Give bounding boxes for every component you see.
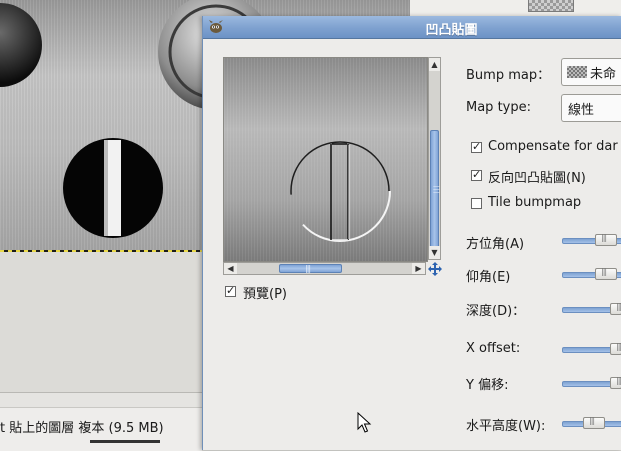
layer-info-label: 貼上的圖層 複本 (9.5 MB) [9, 421, 164, 436]
invert-bumpmap-checkbox[interactable] [471, 168, 482, 181]
preview-checkbox[interactable] [225, 284, 236, 297]
depth-slider-handle[interactable] [610, 302, 621, 315]
status-edge-char: t [0, 421, 6, 436]
scroll-right-arrow-icon[interactable]: ▶ [412, 263, 425, 274]
scroll-left-arrow-icon[interactable]: ◀ [224, 263, 237, 274]
invert-bumpmap-label[interactable]: 反向凹凸貼圖(N) [488, 167, 586, 186]
dark-knob-shape [0, 3, 42, 87]
layer-thumbnail[interactable] [528, 0, 574, 12]
depth-label: 深度(D)： [466, 304, 526, 319]
canvas-padding [0, 252, 202, 392]
azimuth-label: 方位角(A) [466, 237, 525, 252]
y-offset-label: Y 偏移: [466, 378, 509, 393]
x-offset-slider-handle[interactable] [610, 342, 621, 355]
navigate-move-icon[interactable] [428, 262, 442, 276]
horizontal-scroll-thumb[interactable]: ||| [279, 264, 342, 273]
map-type-value: 線性 [568, 103, 595, 118]
title-bar[interactable]: 凹凸貼圖 [203, 16, 621, 39]
bump-map-dialog: 凹凸貼圖 ▲ — — — ▼ ◀ ||| ▶ ✓ 預覽(P) Bump map：… [202, 16, 621, 450]
elevation-slider-handle[interactable] [595, 267, 617, 280]
dock-panel [410, 0, 621, 17]
screw-head-shape [63, 138, 163, 238]
tile-bumpmap-label[interactable]: Tile bumpmap [488, 195, 581, 210]
status-text: t 貼上的圖層 複本 (9.5 MB) [0, 417, 164, 436]
x-offset-label: X offset: [466, 341, 521, 356]
bump-map-label: Bump map： [466, 68, 551, 83]
dialog-title: 凹凸貼圖 [425, 23, 478, 38]
preview-area[interactable] [223, 57, 428, 262]
compensate-label[interactable]: Compensate for dar [488, 139, 618, 154]
y-offset-slider-handle[interactable] [610, 376, 621, 389]
preview-horizontal-scrollbar[interactable]: ◀ ||| ▶ [223, 262, 426, 275]
bump-map-select[interactable]: 未命 [561, 58, 621, 86]
mouse-pointer-icon [357, 412, 372, 433]
map-type-label: Map type: [466, 100, 531, 115]
map-type-select[interactable]: 線性 [561, 94, 621, 122]
scroll-down-arrow-icon[interactable]: ▼ [429, 246, 440, 259]
azimuth-slider-handle[interactable] [595, 233, 617, 246]
waterlevel-slider-handle[interactable] [583, 416, 605, 429]
elevation-label: 仰角(E) [466, 270, 511, 285]
compensate-checkbox[interactable] [471, 140, 482, 153]
preview-vertical-scrollbar[interactable]: ▲ — — — ▼ [428, 57, 441, 260]
grip-icon: — — — [433, 182, 440, 196]
bump-map-value: 未命 [590, 67, 617, 82]
image-thumbnail-icon [567, 66, 587, 78]
status-bar: t 貼上的圖層 複本 (9.5 MB) [0, 392, 202, 451]
scroll-up-arrow-icon[interactable]: ▲ [429, 58, 440, 71]
status-underline [90, 440, 160, 443]
status-separator [0, 393, 202, 408]
vertical-scroll-thumb[interactable]: — — — [430, 130, 440, 248]
tile-bumpmap-checkbox[interactable] [471, 198, 482, 209]
waterlevel-label: 水平高度(W): [466, 419, 546, 434]
preview-label[interactable]: 預覽(P) [243, 283, 287, 302]
grip-icon: ||| [305, 264, 311, 273]
